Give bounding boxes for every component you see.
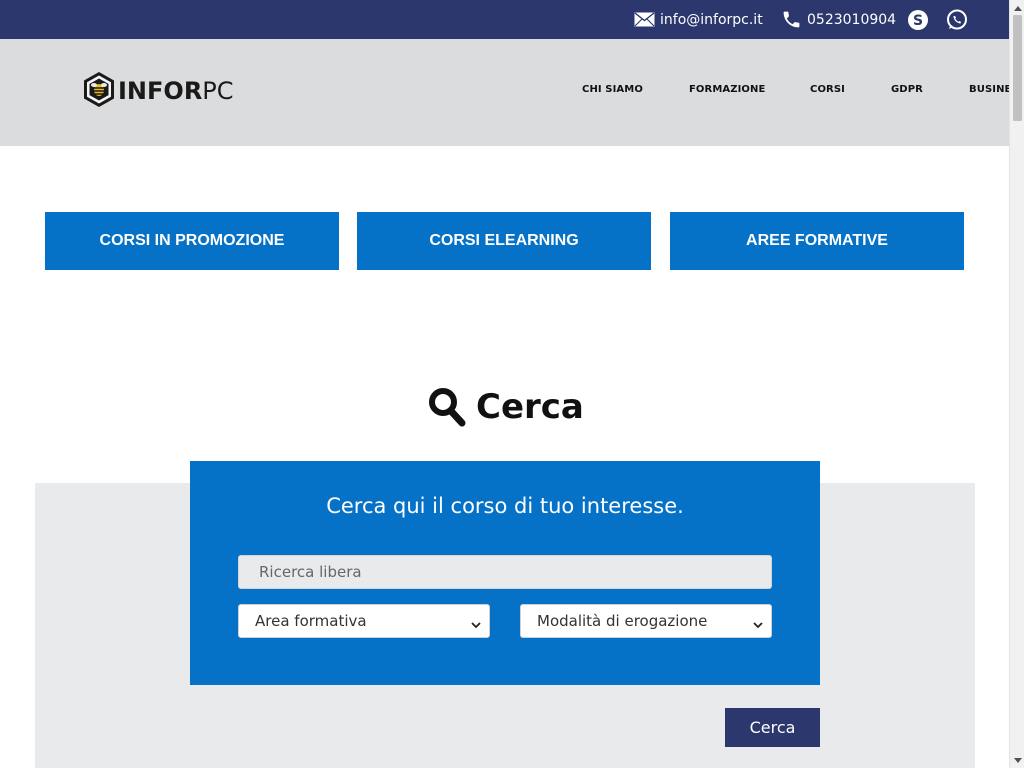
skype-link[interactable]: S: [907, 0, 929, 39]
scrollbar-thumb[interactable]: [1013, 15, 1022, 121]
logo-text-light: PC: [202, 77, 234, 105]
aree-formative-button[interactable]: AREE FORMATIVE: [670, 212, 964, 270]
email-link[interactable]: info@inforpc.it: [634, 0, 763, 39]
scroll-down-arrow-icon[interactable]: [1010, 753, 1024, 768]
area-formativa-select[interactable]: Area formativa: [238, 604, 490, 638]
cerca-submit-button[interactable]: Cerca: [725, 708, 820, 747]
scroll-up-arrow-icon[interactable]: [1010, 0, 1024, 15]
phone-link[interactable]: 0523010904: [781, 0, 896, 39]
chevron-down-icon: [471, 616, 481, 634]
logo-hexagon-icon: [83, 71, 115, 112]
modalita-erogazione-select[interactable]: Modalità di erogazione: [520, 604, 772, 638]
nav-corsi[interactable]: CORSI: [810, 84, 845, 95]
logo-text-bold: INFOR: [118, 77, 203, 105]
chevron-down-icon: [753, 616, 763, 634]
email-text: info@inforpc.it: [660, 11, 763, 28]
nav-formazione[interactable]: FORMAZIONE: [689, 84, 765, 95]
corsi-elearning-button[interactable]: CORSI ELEARNING: [357, 212, 651, 270]
nav-gdpr[interactable]: GDPR: [891, 84, 923, 95]
page: info@inforpc.it 0523010904 S INFORPC CHI…: [0, 0, 1009, 768]
logo-wordmark: INFORPC: [118, 77, 234, 105]
nav-chi-siamo[interactable]: CHI SIAMO: [582, 84, 643, 95]
free-search-input[interactable]: [238, 555, 772, 589]
whatsapp-link[interactable]: [946, 0, 968, 39]
site-header: INFORPC CHI SIAMO FORMAZIONE CORSI GDPR …: [0, 39, 1009, 146]
page-scrollbar[interactable]: [1009, 0, 1024, 768]
course-search-form: Cerca qui il corso di tuo interesse. Are…: [190, 461, 820, 685]
svg-text:S: S: [913, 13, 923, 29]
phone-icon: [781, 9, 802, 30]
envelope-icon: [634, 12, 655, 27]
search-box-title: Cerca qui il corso di tuo interesse.: [326, 494, 684, 518]
skype-icon: S: [907, 9, 929, 31]
search-title: Cerca: [476, 387, 584, 427]
site-logo[interactable]: INFORPC: [83, 71, 234, 112]
top-contact-bar: info@inforpc.it 0523010904 S: [0, 0, 1009, 39]
nav-business[interactable]: BUSINE: [969, 84, 1009, 95]
corsi-in-promozione-button[interactable]: CORSI IN PROMOZIONE: [45, 212, 339, 270]
search-heading: Cerca: [428, 386, 584, 428]
phone-text: 0523010904: [807, 11, 897, 28]
modalita-erogazione-value: Modalità di erogazione: [537, 612, 708, 630]
search-icon: [428, 387, 466, 427]
area-formativa-value: Area formativa: [255, 612, 367, 630]
whatsapp-icon: [946, 9, 968, 31]
